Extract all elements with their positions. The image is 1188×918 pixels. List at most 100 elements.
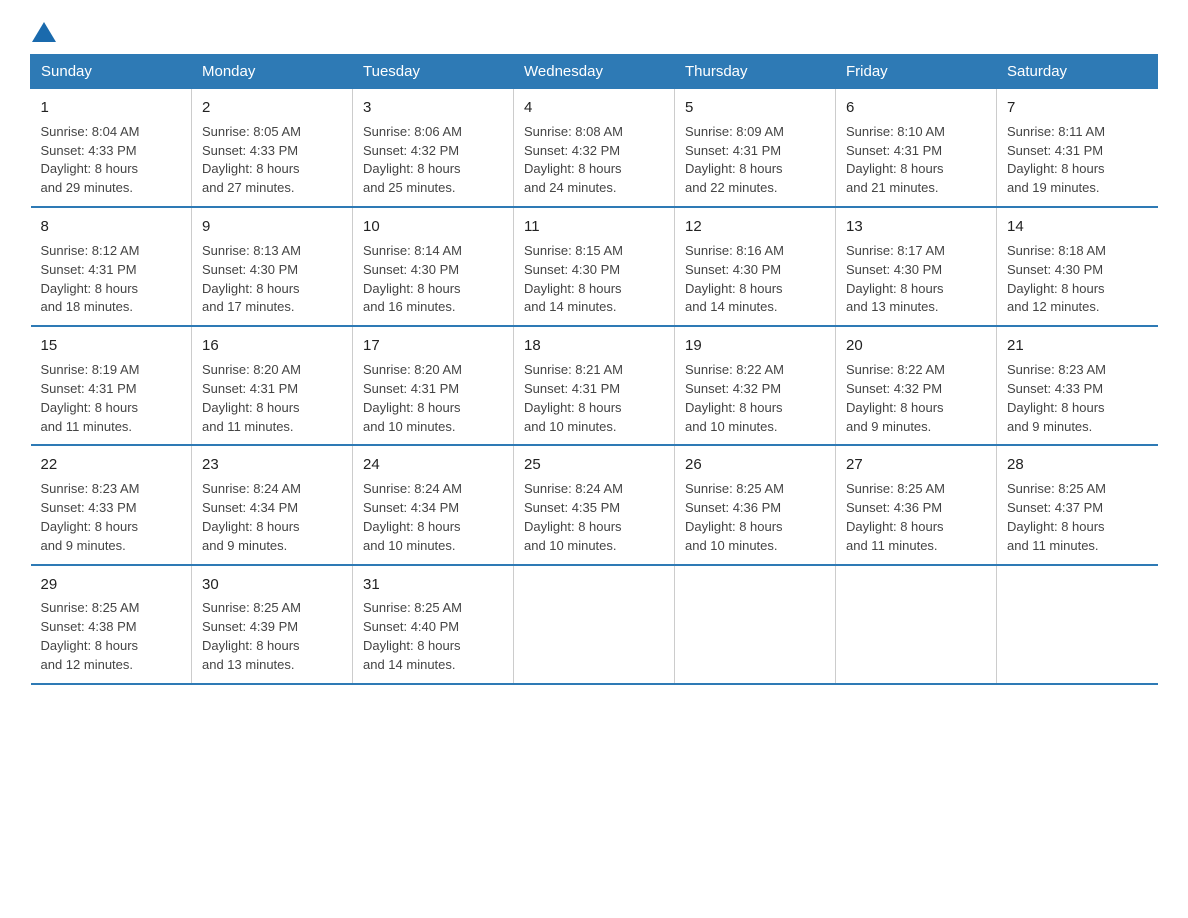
calendar-cell: 17 Sunrise: 8:20 AMSunset: 4:31 PMDayligh…: [353, 326, 514, 445]
logo-triangle-icon: [32, 22, 56, 42]
day-number: 17: [363, 335, 503, 357]
calendar-cell: 22Sunrise: 8:23 AMSunset: 4:33 PMDayligh…: [31, 445, 192, 564]
calendar-cell: 27 Sunrise: 8:25 AMSunset: 4:36 PMDayligh…: [836, 445, 997, 564]
day-info: Sunrise: 8:22 AMSunset: 4:32 PMDaylight:…: [846, 362, 945, 434]
calendar-cell: [675, 565, 836, 684]
calendar-cell: 7Sunrise: 8:11 AMSunset: 4:31 PMDaylight…: [997, 89, 1158, 208]
calendar-header: SundayMondayTuesdayWednesdayThursdayFrid…: [31, 55, 1158, 89]
day-info: Sunrise: 8:05 AMSunset: 4:33 PMDaylight:…: [202, 124, 301, 196]
calendar-cell: 24 Sunrise: 8:24 AMSunset: 4:34 PMDayligh…: [353, 445, 514, 564]
calendar-cell: 30 Sunrise: 8:25 AMSunset: 4:39 PMDayligh…: [192, 565, 353, 684]
day-info: Sunrise: 8:19 AMSunset: 4:31 PMDaylight:…: [41, 362, 140, 434]
calendar-cell: 4 Sunrise: 8:08 AMSunset: 4:32 PMDaylight…: [514, 89, 675, 208]
day-info: Sunrise: 8:18 AMSunset: 4:30 PMDaylight:…: [1007, 243, 1106, 315]
calendar-cell: 14 Sunrise: 8:18 AMSunset: 4:30 PMDayligh…: [997, 207, 1158, 326]
day-number: 2: [202, 97, 342, 119]
calendar-cell: 10 Sunrise: 8:14 AMSunset: 4:30 PMDayligh…: [353, 207, 514, 326]
logo: [30, 20, 58, 36]
day-info: Sunrise: 8:25 AMSunset: 4:40 PMDaylight:…: [363, 600, 462, 672]
calendar-cell: 2 Sunrise: 8:05 AMSunset: 4:33 PMDaylight…: [192, 89, 353, 208]
day-number: 4: [524, 97, 664, 119]
calendar-cell: 9 Sunrise: 8:13 AMSunset: 4:30 PMDaylight…: [192, 207, 353, 326]
header-row: SundayMondayTuesdayWednesdayThursdayFrid…: [31, 55, 1158, 89]
day-info: Sunrise: 8:16 AMSunset: 4:30 PMDaylight:…: [685, 243, 784, 315]
day-info: Sunrise: 8:23 AMSunset: 4:33 PMDaylight:…: [41, 481, 140, 553]
day-info: Sunrise: 8:24 AMSunset: 4:34 PMDaylight:…: [202, 481, 301, 553]
header-sunday: Sunday: [31, 55, 192, 89]
day-info: Sunrise: 8:08 AMSunset: 4:32 PMDaylight:…: [524, 124, 623, 196]
day-info: Sunrise: 8:24 AMSunset: 4:34 PMDaylight:…: [363, 481, 462, 553]
calendar-cell: 26 Sunrise: 8:25 AMSunset: 4:36 PMDayligh…: [675, 445, 836, 564]
day-info: Sunrise: 8:25 AMSunset: 4:38 PMDaylight:…: [41, 600, 140, 672]
day-number: 5: [685, 97, 825, 119]
logo-text: [30, 20, 58, 40]
day-number: 12: [685, 216, 825, 238]
day-number: 25: [524, 454, 664, 476]
day-number: 20: [846, 335, 986, 357]
day-number: 6: [846, 97, 986, 119]
day-info: Sunrise: 8:04 AMSunset: 4:33 PMDaylight:…: [41, 124, 140, 196]
calendar-cell: 18 Sunrise: 8:21 AMSunset: 4:31 PMDayligh…: [514, 326, 675, 445]
day-info: Sunrise: 8:09 AMSunset: 4:31 PMDaylight:…: [685, 124, 784, 196]
calendar-cell: 8Sunrise: 8:12 AMSunset: 4:31 PMDaylight…: [31, 207, 192, 326]
calendar-cell: 31Sunrise: 8:25 AMSunset: 4:40 PMDayligh…: [353, 565, 514, 684]
day-number: 26: [685, 454, 825, 476]
day-info: Sunrise: 8:24 AMSunset: 4:35 PMDaylight:…: [524, 481, 623, 553]
day-info: Sunrise: 8:15 AMSunset: 4:30 PMDaylight:…: [524, 243, 623, 315]
day-info: Sunrise: 8:12 AMSunset: 4:31 PMDaylight:…: [41, 243, 140, 315]
header-monday: Monday: [192, 55, 353, 89]
header-friday: Friday: [836, 55, 997, 89]
day-number: 9: [202, 216, 342, 238]
calendar-cell: 15 Sunrise: 8:19 AMSunset: 4:31 PMDayligh…: [31, 326, 192, 445]
day-info: Sunrise: 8:25 AMSunset: 4:36 PMDaylight:…: [846, 481, 945, 553]
calendar-cell: 21 Sunrise: 8:23 AMSunset: 4:33 PMDayligh…: [997, 326, 1158, 445]
week-row-3: 15 Sunrise: 8:19 AMSunset: 4:31 PMDayligh…: [31, 326, 1158, 445]
day-info: Sunrise: 8:14 AMSunset: 4:30 PMDaylight:…: [363, 243, 462, 315]
week-row-5: 29Sunrise: 8:25 AMSunset: 4:38 PMDayligh…: [31, 565, 1158, 684]
calendar-cell: 19 Sunrise: 8:22 AMSunset: 4:32 PMDayligh…: [675, 326, 836, 445]
calendar-cell: [836, 565, 997, 684]
calendar-cell: 5 Sunrise: 8:09 AMSunset: 4:31 PMDaylight…: [675, 89, 836, 208]
week-row-2: 8Sunrise: 8:12 AMSunset: 4:31 PMDaylight…: [31, 207, 1158, 326]
day-info: Sunrise: 8:25 AMSunset: 4:39 PMDaylight:…: [202, 600, 301, 672]
day-number: 10: [363, 216, 503, 238]
day-info: Sunrise: 8:20 AMSunset: 4:31 PMDaylight:…: [363, 362, 462, 434]
calendar-cell: 23 Sunrise: 8:24 AMSunset: 4:34 PMDayligh…: [192, 445, 353, 564]
day-info: Sunrise: 8:06 AMSunset: 4:32 PMDaylight:…: [363, 124, 462, 196]
day-number: 23: [202, 454, 342, 476]
day-number: 13: [846, 216, 986, 238]
day-number: 11: [524, 216, 664, 238]
day-info: Sunrise: 8:23 AMSunset: 4:33 PMDaylight:…: [1007, 362, 1106, 434]
day-info: Sunrise: 8:21 AMSunset: 4:31 PMDaylight:…: [524, 362, 623, 434]
day-number: 15: [41, 335, 182, 357]
calendar-cell: 12 Sunrise: 8:16 AMSunset: 4:30 PMDayligh…: [675, 207, 836, 326]
day-info: Sunrise: 8:25 AMSunset: 4:36 PMDaylight:…: [685, 481, 784, 553]
calendar-cell: 1 Sunrise: 8:04 AMSunset: 4:33 PMDaylight…: [31, 89, 192, 208]
day-number: 18: [524, 335, 664, 357]
calendar-cell: 28Sunrise: 8:25 AMSunset: 4:37 PMDayligh…: [997, 445, 1158, 564]
calendar-body: 1 Sunrise: 8:04 AMSunset: 4:33 PMDaylight…: [31, 89, 1158, 684]
day-number: 30: [202, 574, 342, 596]
week-row-1: 1 Sunrise: 8:04 AMSunset: 4:33 PMDaylight…: [31, 89, 1158, 208]
day-number: 1: [41, 97, 182, 119]
calendar-cell: [514, 565, 675, 684]
day-number: 14: [1007, 216, 1148, 238]
page-header: [30, 20, 1158, 36]
calendar-cell: 13Sunrise: 8:17 AMSunset: 4:30 PMDayligh…: [836, 207, 997, 326]
day-number: 21: [1007, 335, 1148, 357]
day-number: 3: [363, 97, 503, 119]
day-number: 7: [1007, 97, 1148, 119]
week-row-4: 22Sunrise: 8:23 AMSunset: 4:33 PMDayligh…: [31, 445, 1158, 564]
calendar-cell: 25 Sunrise: 8:24 AMSunset: 4:35 PMDayligh…: [514, 445, 675, 564]
day-info: Sunrise: 8:13 AMSunset: 4:30 PMDaylight:…: [202, 243, 301, 315]
day-number: 27: [846, 454, 986, 476]
calendar-cell: 20 Sunrise: 8:22 AMSunset: 4:32 PMDayligh…: [836, 326, 997, 445]
day-info: Sunrise: 8:22 AMSunset: 4:32 PMDaylight:…: [685, 362, 784, 434]
day-number: 24: [363, 454, 503, 476]
day-info: Sunrise: 8:25 AMSunset: 4:37 PMDaylight:…: [1007, 481, 1106, 553]
calendar-cell: 11 Sunrise: 8:15 AMSunset: 4:30 PMDayligh…: [514, 207, 675, 326]
calendar-cell: [997, 565, 1158, 684]
header-tuesday: Tuesday: [353, 55, 514, 89]
calendar-cell: 6Sunrise: 8:10 AMSunset: 4:31 PMDaylight…: [836, 89, 997, 208]
day-number: 19: [685, 335, 825, 357]
